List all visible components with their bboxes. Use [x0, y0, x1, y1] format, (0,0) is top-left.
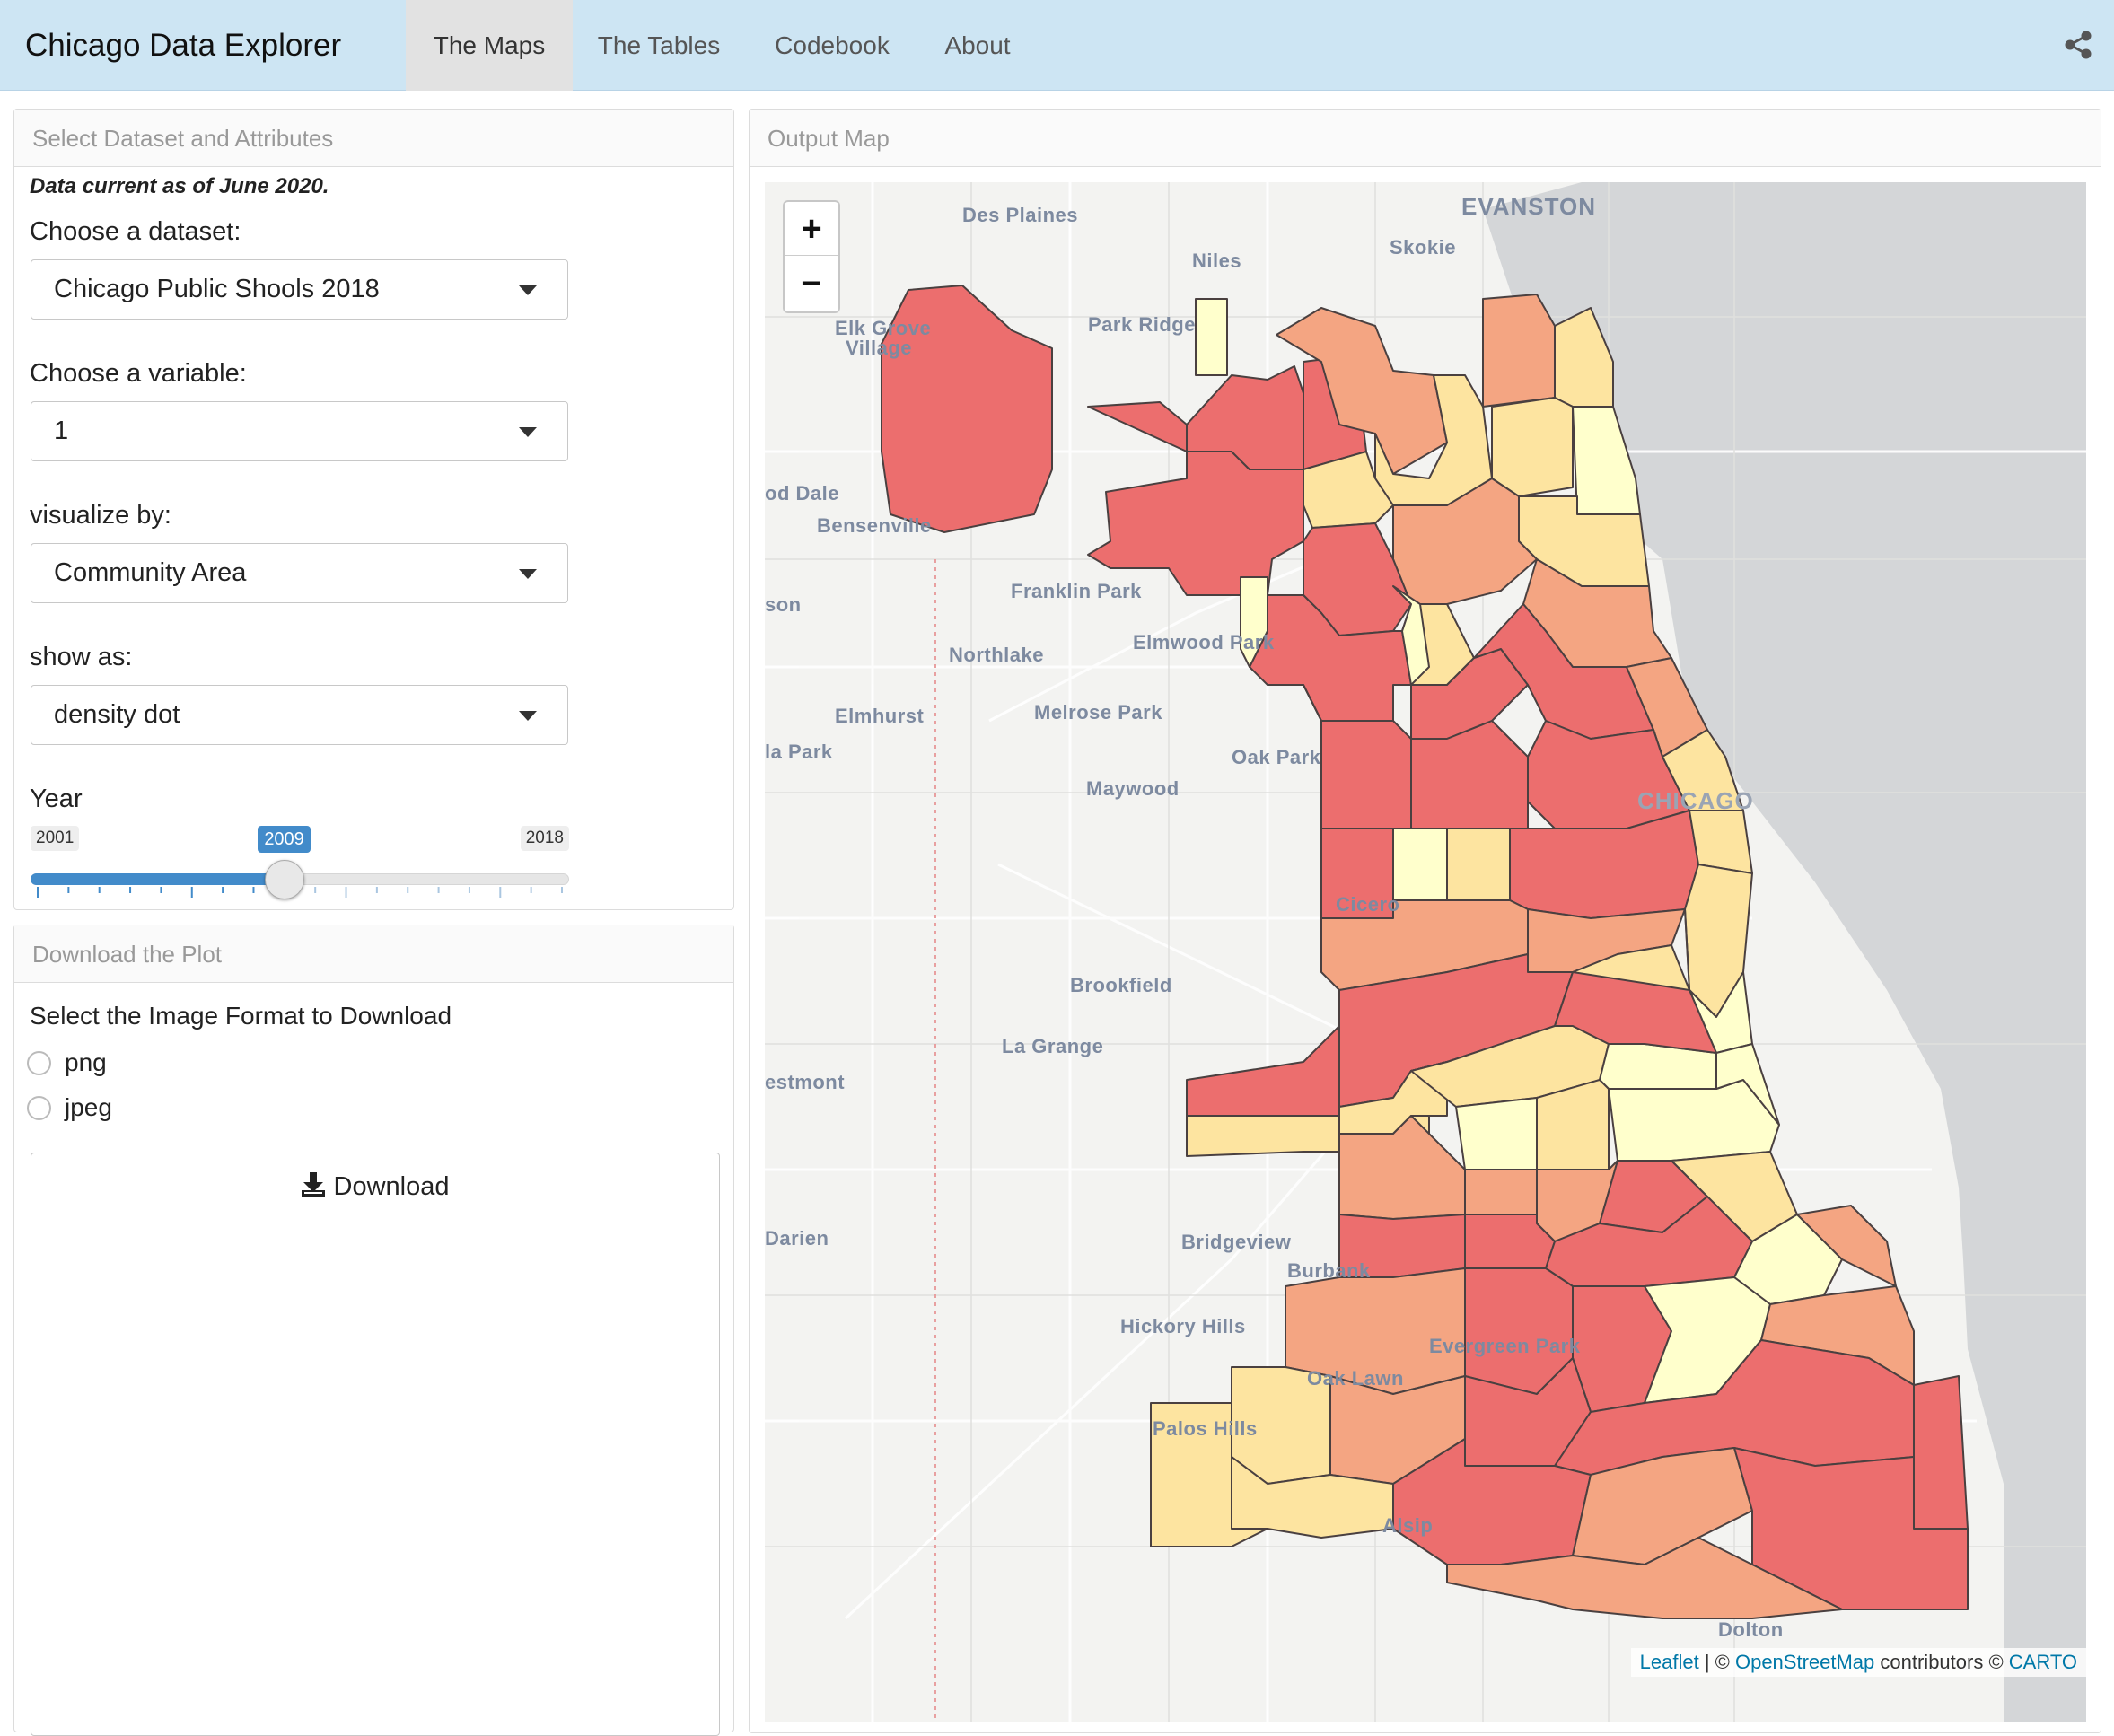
- place-label: Burbank: [1287, 1259, 1371, 1282]
- place-label: Dolton: [1718, 1618, 1784, 1641]
- place-label: Franklin Park: [1011, 580, 1142, 602]
- leaflet-link[interactable]: Leaflet: [1640, 1651, 1699, 1673]
- tab-codebook[interactable]: Codebook: [745, 0, 919, 91]
- place-label: Park Ridge: [1088, 313, 1196, 336]
- radio-button[interactable]: [27, 1096, 51, 1120]
- place-label: Melrose Park: [1034, 701, 1162, 723]
- attribution-contrib: contributors ©: [1874, 1651, 2009, 1673]
- place-label: Maywood: [1086, 777, 1180, 800]
- caret-down-icon: [519, 427, 537, 437]
- zoom-out-button[interactable]: −: [785, 257, 838, 311]
- place-label: Village: [846, 337, 913, 359]
- share-icon[interactable]: [2063, 30, 2093, 60]
- tab-the-maps[interactable]: The Maps: [406, 0, 573, 91]
- choropleth-map: [765, 182, 2086, 1722]
- download-button-label: Download: [333, 1172, 450, 1201]
- visualize-select-value: Community Area: [54, 558, 247, 587]
- carto-link[interactable]: CARTO: [2009, 1651, 2077, 1673]
- place-label: Elmwood Park: [1133, 631, 1275, 653]
- caret-down-icon: [519, 569, 537, 579]
- caret-down-icon: [519, 285, 537, 295]
- place-label: Darien: [765, 1227, 829, 1249]
- place-label: La Grange: [1002, 1035, 1104, 1057]
- year-label: Year: [30, 785, 83, 813]
- dataset-panel-heading: Select Dataset and Attributes: [14, 110, 733, 167]
- place-label: Oak Lawn: [1307, 1367, 1404, 1390]
- slider-fill: [31, 873, 285, 885]
- slider-current-value: 2009: [258, 826, 311, 853]
- navbar: Chicago Data Explorer The Maps The Table…: [0, 0, 2114, 91]
- place-label: Brookfield: [1070, 974, 1172, 996]
- place-label: la Park: [765, 741, 833, 763]
- download-button[interactable]: Download: [31, 1153, 720, 1736]
- place-label: Niles: [1192, 250, 1242, 272]
- tab-about[interactable]: About: [919, 0, 1036, 91]
- place-label: od Dale: [765, 482, 839, 504]
- leaflet-map[interactable]: EVANSTON Des Plaines Skokie Niles Elk Gr…: [765, 182, 2086, 1722]
- data-current-note: Data current as of June 2020.: [30, 174, 329, 198]
- year-slider[interactable]: 2001 2018 2009: [31, 826, 569, 902]
- place-label: Elmhurst: [835, 705, 925, 727]
- place-label: Oak Park: [1232, 746, 1321, 768]
- place-label: Northlake: [949, 644, 1044, 666]
- dataset-label: Choose a dataset:: [30, 217, 241, 246]
- variable-label: Choose a variable:: [30, 359, 247, 388]
- slider-handle[interactable]: [265, 860, 305, 899]
- show-as-select-value: density dot: [54, 700, 180, 729]
- download-icon: [302, 1172, 326, 1197]
- caret-down-icon: [519, 711, 537, 721]
- place-label: Palos Hills: [1153, 1417, 1258, 1440]
- place-label: Bridgeview: [1181, 1231, 1292, 1253]
- download-panel: Download the Plot Select the Image Forma…: [13, 925, 734, 1736]
- dataset-select[interactable]: Chicago Public Shools 2018: [31, 259, 568, 320]
- visualize-select[interactable]: Community Area: [31, 543, 568, 603]
- place-label: Cicero: [1336, 893, 1400, 916]
- map-attribution: Leaflet | © OpenStreetMap contributors ©…: [1630, 1648, 2086, 1677]
- variable-select-value: 1: [54, 416, 69, 445]
- place-label: Skokie: [1390, 236, 1456, 259]
- variable-select[interactable]: 1: [31, 401, 568, 461]
- place-label: estmont: [765, 1071, 846, 1093]
- place-label: son: [765, 593, 802, 616]
- radio-png-label: png: [65, 1048, 107, 1076]
- radio-jpeg-label: jpeg: [65, 1093, 112, 1121]
- radio-button[interactable]: [27, 1051, 51, 1075]
- dataset-select-value: Chicago Public Shools 2018: [54, 275, 380, 303]
- download-panel-heading: Download the Plot: [14, 925, 733, 983]
- slider-max: 2018: [520, 826, 569, 851]
- slider-min: 2001: [31, 826, 80, 851]
- place-label: Bensenville: [817, 514, 932, 537]
- place-label: Evergreen Park: [1429, 1335, 1581, 1357]
- dataset-panel: Select Dataset and Attributes Data curre…: [13, 109, 734, 910]
- show-as-select[interactable]: density dot: [31, 685, 568, 745]
- tab-the-tables[interactable]: The Tables: [573, 0, 745, 91]
- place-label: EVANSTON: [1461, 193, 1597, 220]
- show-as-label: show as:: [30, 643, 133, 671]
- place-label: CHICAGO: [1637, 787, 1754, 814]
- place-label: Alsip: [1382, 1514, 1434, 1537]
- place-label: Des Plaines: [962, 204, 1079, 226]
- place-label: Hickory Hills: [1120, 1315, 1246, 1337]
- visualize-label: visualize by:: [30, 501, 171, 530]
- osm-link[interactable]: OpenStreetMap: [1735, 1651, 1874, 1673]
- output-map-heading: Output Map: [750, 110, 2101, 167]
- app-title: Chicago Data Explorer: [25, 28, 342, 63]
- zoom-in-button[interactable]: +: [785, 202, 838, 256]
- zoom-control: + −: [783, 200, 840, 313]
- download-prompt: Select the Image Format to Download: [30, 1002, 452, 1030]
- attribution-sep: | ©: [1698, 1651, 1735, 1673]
- download-button-content: Download: [31, 1171, 719, 1202]
